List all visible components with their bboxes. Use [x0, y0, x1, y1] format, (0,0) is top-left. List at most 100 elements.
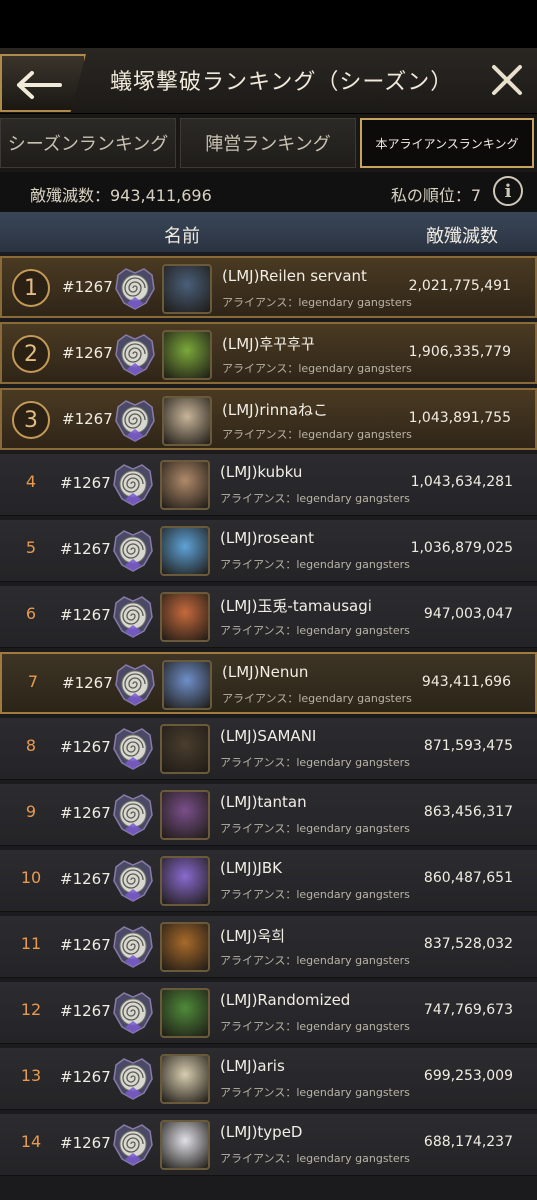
ranking-row[interactable]: 3 #1267 (LMJ)rinnaねこ アライアンス：legendary gangs… — [0, 388, 537, 450]
kill-score: 747,769,673 — [423, 1002, 513, 1018]
player-name: (LMJ)JBK — [220, 859, 282, 877]
server-id: #1267 — [60, 1068, 111, 1086]
arrow-left-icon — [17, 71, 62, 99]
alliance-emblem-icon — [115, 334, 155, 376]
ranking-row[interactable]: 13 #1267 (LMJ)aris アライアンス：legendary gangste… — [0, 1048, 537, 1110]
tab-faction-ranking[interactable]: 陣営ランキング — [180, 118, 356, 168]
ranking-row[interactable]: 11 #1267 (LMJ)욱희 アライアンス：legendary gangsters… — [0, 916, 537, 978]
alliance-emblem-icon — [113, 926, 153, 968]
alliance-name: アライアンス：legendary gangsters — [220, 954, 410, 967]
player-name: (LMJ)aris — [220, 1057, 285, 1075]
page-title: 蟻塚撃破ランキング（シーズン） — [110, 70, 454, 95]
rank-medal: 3 — [12, 401, 50, 439]
ranking-row[interactable]: 8 #1267 (LMJ)SAMANI アライアンス：legendary gangst… — [0, 718, 537, 780]
player-avatar[interactable] — [160, 988, 210, 1038]
ranking-row[interactable]: 9 #1267 (LMJ)tantan アライアンス：legendary gangst… — [0, 784, 537, 846]
alliance-name: アライアンス：legendary gangsters — [222, 428, 412, 441]
server-id: #1267 — [62, 674, 113, 692]
player-name: (LMJ)SAMANI — [220, 727, 317, 745]
rank-number: 9 — [25, 802, 37, 821]
alliance-emblem-icon — [113, 1058, 153, 1100]
ranking-row[interactable]: 5 #1267 (LMJ)roseant アライアンス：legendary gangs… — [0, 520, 537, 582]
ranking-row[interactable]: 10 #1267 (LMJ)JBK アライアンス：legendary gangster… — [0, 850, 537, 912]
player-avatar[interactable] — [162, 330, 212, 380]
player-name: (LMJ)typeD — [220, 1123, 303, 1141]
player-name: (LMJ)玉兎-tamausagi — [220, 597, 372, 615]
alliance-emblem-icon — [115, 268, 155, 310]
kill-score: 860,487,651 — [423, 870, 513, 886]
alliance-emblem-icon — [113, 992, 153, 1034]
rank-number: 5 — [25, 538, 37, 557]
rank-number: 4 — [25, 472, 37, 491]
player-avatar[interactable] — [160, 1120, 210, 1170]
server-id: #1267 — [60, 474, 111, 492]
server-id: #1267 — [60, 738, 111, 756]
ranking-row[interactable]: 14 #1267 (LMJ)typeD アライアンス：legendary gangst… — [0, 1114, 537, 1176]
alliance-name: アライアンス：legendary gangsters — [222, 692, 412, 705]
player-avatar[interactable] — [162, 396, 212, 446]
ranking-list[interactable]: 1 #1267 (LMJ)Reilen servant アライアンス：legendar… — [0, 252, 537, 1200]
kill-score: 863,456,317 — [423, 804, 513, 820]
close-icon[interactable] — [489, 62, 525, 98]
rank-number: 8 — [25, 736, 37, 755]
alliance-name: アライアンス：legendary gangsters — [222, 296, 412, 309]
alliance-name: アライアンス：legendary gangsters — [220, 822, 410, 835]
player-avatar[interactable] — [160, 460, 210, 510]
alliance-emblem-icon — [113, 464, 153, 506]
kill-score: 837,528,032 — [423, 936, 513, 952]
rank-number: 14 — [20, 1132, 42, 1151]
rank-medal: 2 — [12, 335, 50, 373]
player-avatar[interactable] — [160, 922, 210, 972]
player-avatar[interactable] — [160, 790, 210, 840]
player-name: (LMJ)Reilen servant — [222, 267, 367, 285]
my-rank: 私の順位：7 — [390, 186, 481, 205]
kill-score: 688,174,237 — [423, 1134, 513, 1150]
player-name: (LMJ)Nenun — [222, 663, 309, 681]
alliance-emblem-icon — [113, 530, 153, 572]
server-id: #1267 — [60, 936, 111, 954]
player-avatar[interactable] — [160, 856, 210, 906]
ranking-row[interactable]: 1 #1267 (LMJ)Reilen servant アライアンス：legendar… — [0, 256, 537, 318]
ranking-row[interactable]: 6 #1267 (LMJ)玉兎-tamausagi アライアンス：legendary … — [0, 586, 537, 648]
server-id: #1267 — [60, 1134, 111, 1152]
alliance-emblem-icon — [113, 596, 153, 638]
player-name: (LMJ)Randomized — [220, 991, 351, 1009]
ranking-row[interactable]: 7 #1267 (LMJ)Nenun アライアンス：legendary gangste… — [0, 652, 537, 714]
column-header: 名前 敵殲滅数 — [0, 212, 537, 252]
player-avatar[interactable] — [160, 1054, 210, 1104]
summary-bar: 敵殲滅数：943,411,696 私の順位：7 i — [0, 172, 537, 212]
kill-score: 1,906,335,779 — [408, 344, 511, 360]
total-kills: 敵殲滅数：943,411,696 — [30, 186, 212, 205]
tab-alliance-ranking[interactable]: 本アライアンスランキング — [360, 118, 534, 168]
server-id: #1267 — [60, 540, 111, 558]
tab-season-ranking[interactable]: シーズンランキング — [0, 118, 176, 168]
ranking-row[interactable]: 4 #1267 (LMJ)kubku アライアンス：legendary gangste… — [0, 454, 537, 516]
back-button[interactable] — [0, 54, 86, 112]
player-name: (LMJ)후꾸후꾸 — [222, 335, 315, 353]
player-avatar[interactable] — [162, 660, 212, 710]
rank-number: 13 — [20, 1066, 42, 1085]
server-id: #1267 — [62, 278, 113, 296]
rank-number: 6 — [25, 604, 37, 623]
alliance-emblem-icon — [113, 794, 153, 836]
player-avatar[interactable] — [160, 526, 210, 576]
ranking-row[interactable]: 2 #1267 (LMJ)후꾸후꾸 アライアンス：legendary gangster… — [0, 322, 537, 384]
alliance-emblem-icon — [113, 1124, 153, 1166]
info-icon[interactable]: i — [493, 176, 523, 206]
alliance-emblem-icon — [115, 400, 155, 442]
player-avatar[interactable] — [160, 724, 210, 774]
column-score: 敵殲滅数 — [426, 226, 498, 247]
alliance-name: アライアンス：legendary gangsters — [220, 558, 410, 571]
player-name: (LMJ)kubku — [220, 463, 303, 481]
tab-bar: シーズンランキング 陣営ランキング 本アライアンスランキング — [0, 114, 537, 172]
alliance-name: アライアンス：legendary gangsters — [220, 492, 410, 505]
ranking-row[interactable]: 12 #1267 (LMJ)Randomized アライアンス：legendary g… — [0, 982, 537, 1044]
kill-score: 871,593,475 — [423, 738, 513, 754]
kill-score: 1,043,634,281 — [410, 474, 513, 490]
server-id: #1267 — [62, 344, 113, 362]
player-avatar[interactable] — [160, 592, 210, 642]
kill-score: 943,411,696 — [421, 674, 511, 690]
player-avatar[interactable] — [162, 264, 212, 314]
server-id: #1267 — [60, 870, 111, 888]
alliance-name: アライアンス：legendary gangsters — [222, 362, 412, 375]
